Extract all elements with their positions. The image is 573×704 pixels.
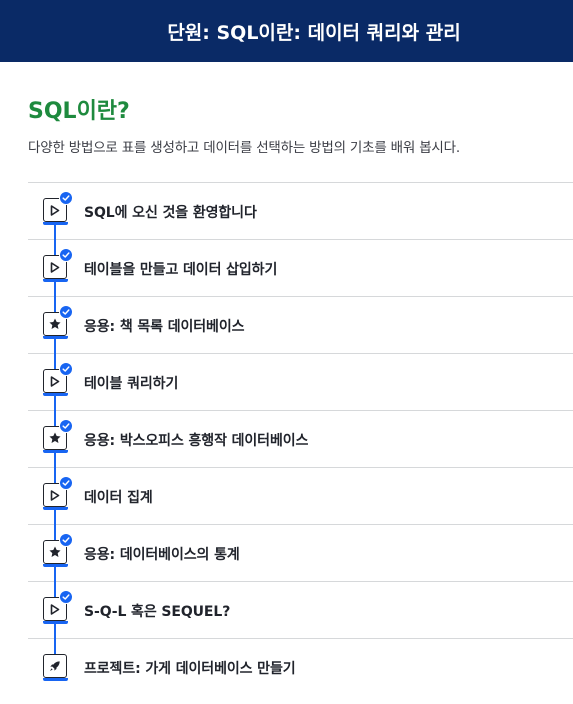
- item-label: SQL에 오신 것을 환영합니다: [84, 205, 257, 221]
- progress-connector: [54, 296, 56, 312]
- list-item[interactable]: 프로젝트: 가게 데이터베이스 만들기: [28, 638, 573, 696]
- progress-connector: [54, 353, 56, 369]
- list-item[interactable]: SQL에 오신 것을 환영합니다: [28, 183, 573, 241]
- section-title: SQL이란?: [28, 99, 130, 124]
- completed-check-icon: [59, 191, 73, 205]
- completed-check-icon: [59, 590, 73, 604]
- item-label: 응용: 데이터베이스의 통계: [84, 547, 240, 563]
- rocket-icon: [42, 654, 68, 681]
- completed-check-icon: [59, 305, 73, 319]
- item-label: 프로젝트: 가게 데이터베이스 만들기: [84, 661, 296, 677]
- progress-connector: [54, 638, 56, 654]
- completed-check-icon: [59, 362, 73, 376]
- list-item[interactable]: 응용: 데이터베이스의 통계: [28, 524, 573, 583]
- progress-connector: [54, 239, 56, 255]
- list-item[interactable]: S-Q-L 혹은 SEQUEL?: [28, 581, 573, 640]
- unit-title: 단원: SQL이란: 데이터 쿼리와 관리: [167, 21, 461, 44]
- progress-connector: [54, 410, 56, 426]
- list-item[interactable]: 응용: 책 목록 데이터베이스: [28, 296, 573, 355]
- list-item[interactable]: 응용: 박스오피스 흥행작 데이터베이스: [28, 410, 573, 469]
- progress-connector: [54, 524, 56, 540]
- section-description: 다양한 방법으로 표를 생성하고 데이터를 선택하는 방법의 기초를 배워 봅시…: [28, 140, 460, 156]
- list-item[interactable]: 테이블 쿼리하기: [28, 353, 573, 412]
- progress-connector: [54, 581, 56, 597]
- completed-check-icon: [59, 419, 73, 433]
- list-item[interactable]: 테이블을 만들고 데이터 삽입하기: [28, 239, 573, 298]
- item-label: 테이블을 만들고 데이터 삽입하기: [84, 262, 278, 278]
- progress-connector: [54, 467, 56, 483]
- unit-header: 단원: SQL이란: 데이터 쿼리와 관리: [0, 0, 573, 62]
- content-list: SQL에 오신 것을 환영합니다테이블을 만들고 데이터 삽입하기응용: 책 목…: [28, 182, 573, 696]
- item-label: S-Q-L 혹은 SEQUEL?: [84, 604, 231, 620]
- item-label: 데이터 집계: [84, 490, 153, 506]
- list-item[interactable]: 데이터 집계: [28, 467, 573, 526]
- item-label: 응용: 박스오피스 흥행작 데이터베이스: [84, 433, 309, 449]
- completed-check-icon: [59, 248, 73, 262]
- completed-check-icon: [59, 533, 73, 547]
- item-label: 테이블 쿼리하기: [84, 376, 179, 392]
- completed-check-icon: [59, 476, 73, 490]
- item-label: 응용: 책 목록 데이터베이스: [84, 319, 245, 335]
